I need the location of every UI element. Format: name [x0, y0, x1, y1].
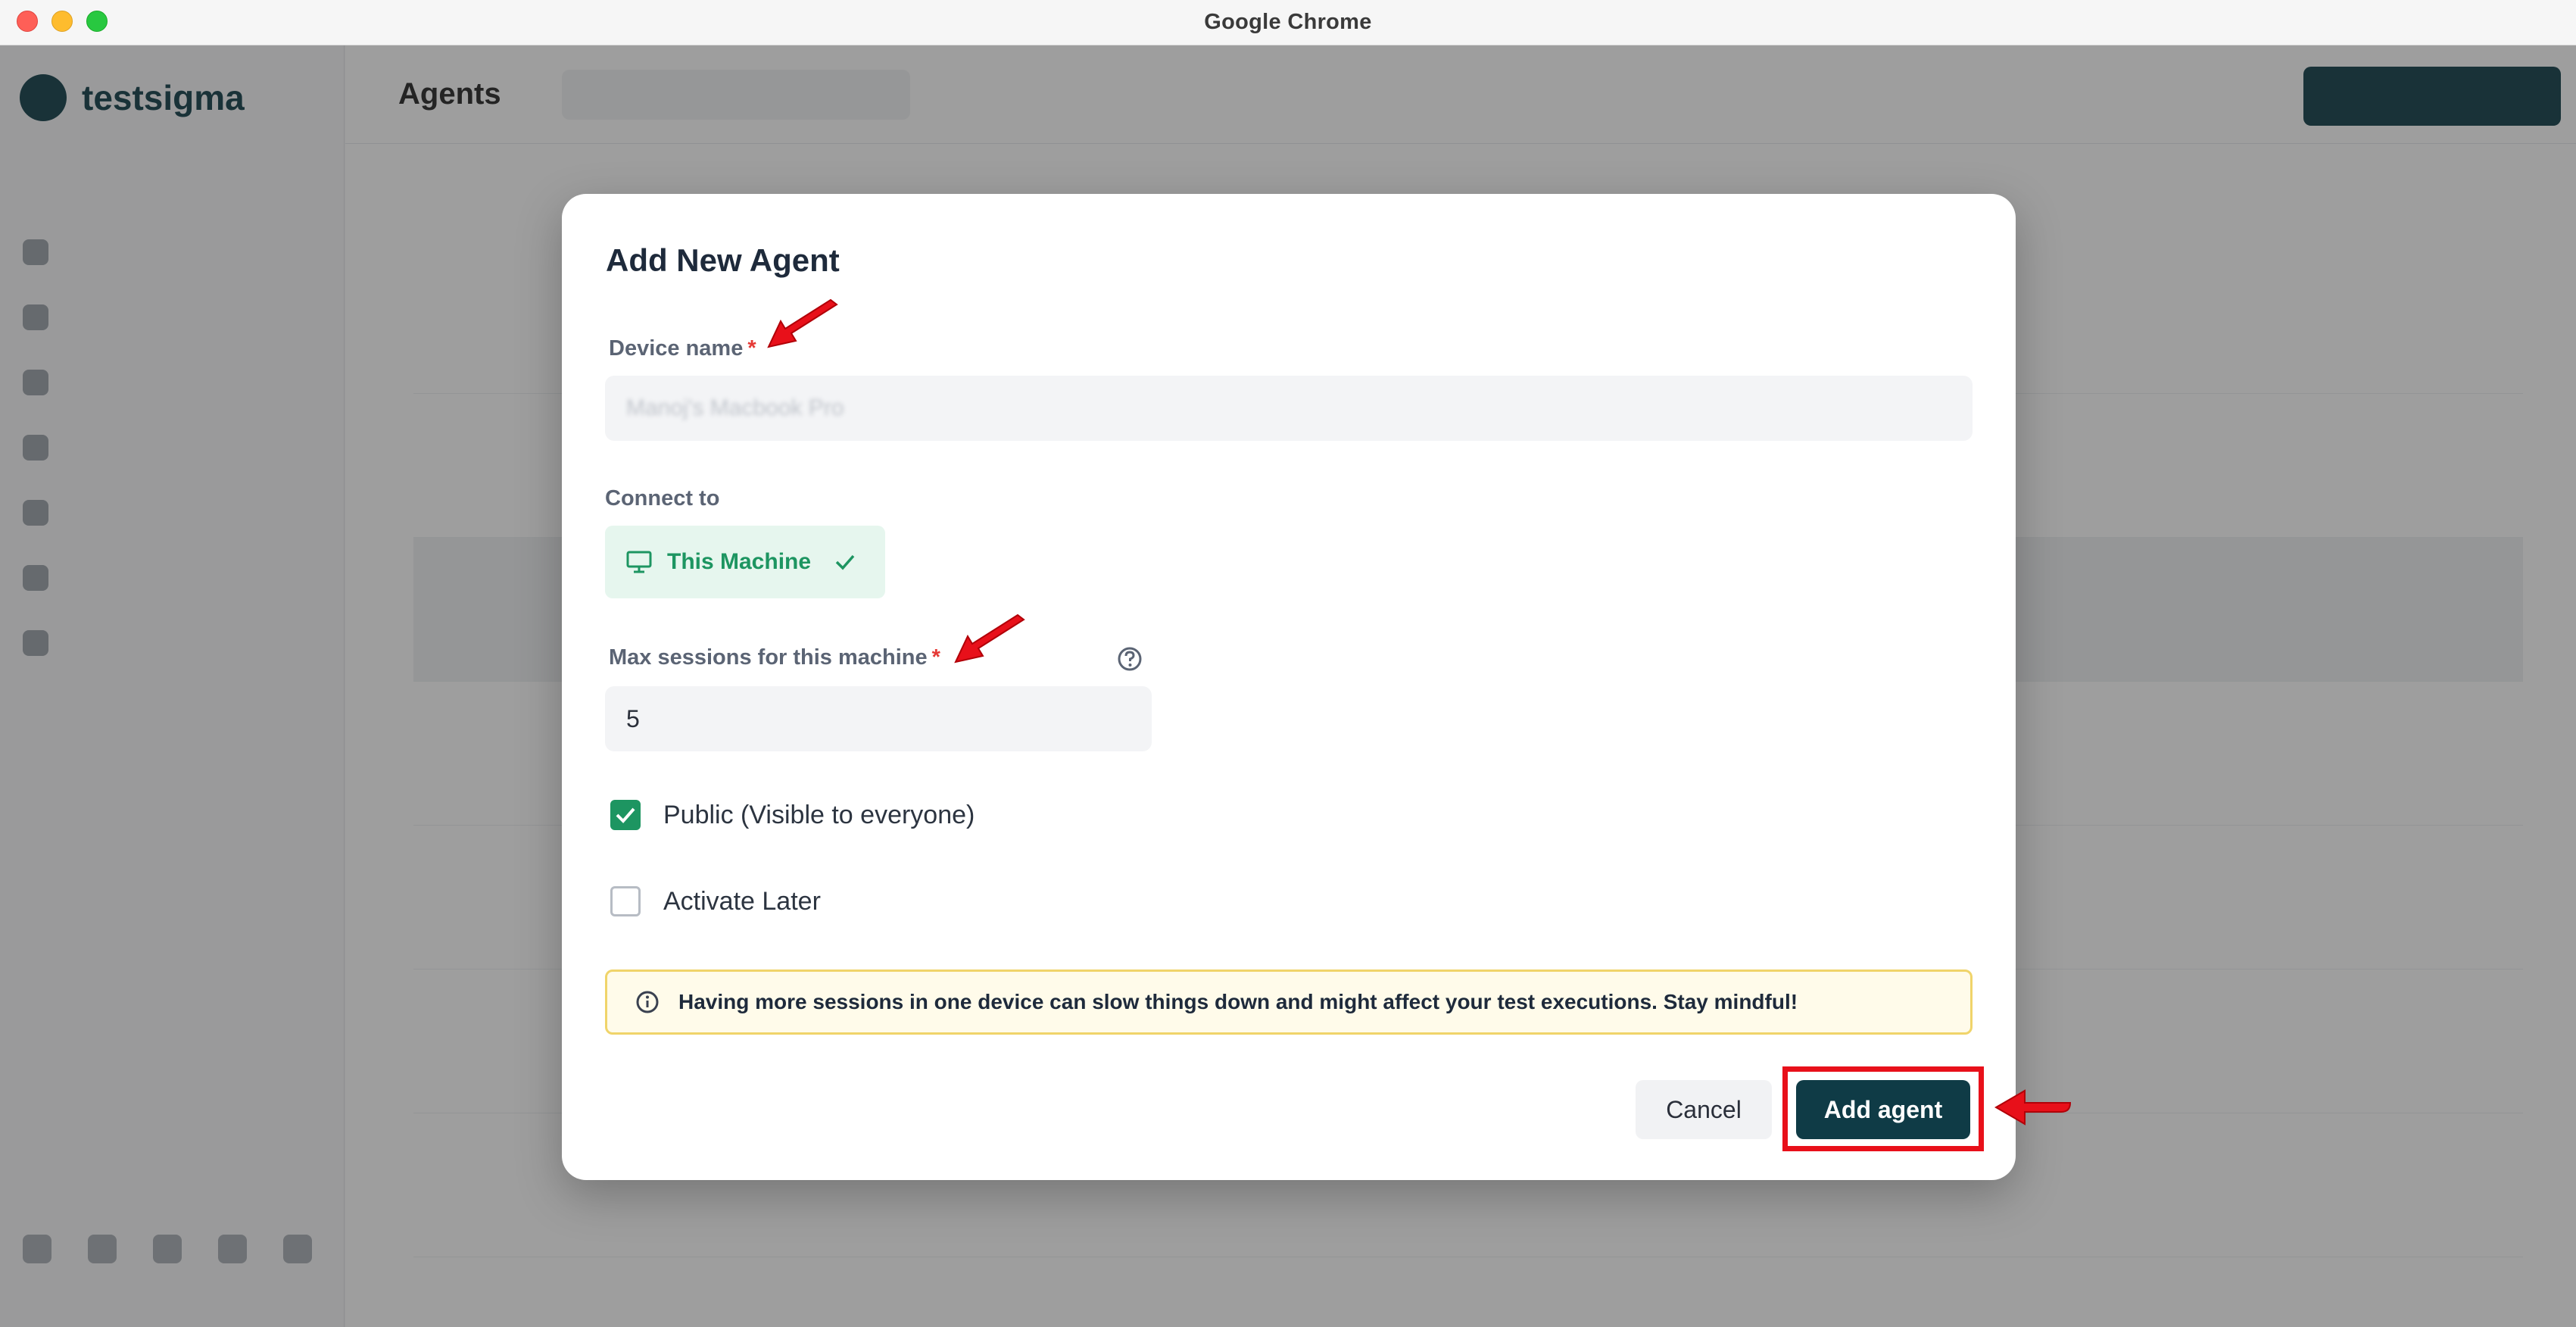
this-machine-label: This Machine	[667, 549, 812, 574]
maximize-window-button[interactable]	[86, 11, 108, 32]
this-machine-option[interactable]: This Machine	[605, 526, 885, 598]
checkmark-icon	[616, 807, 635, 823]
max-sessions-value: 5	[626, 704, 640, 732]
public-checkbox-row[interactable]: Public (Visible to everyone)	[610, 800, 975, 830]
activate-later-label: Activate Later	[663, 886, 821, 916]
max-sessions-label: Max sessions for this machine *	[609, 645, 940, 670]
required-mark: *	[747, 336, 756, 361]
annotation-arrow-icon	[1994, 1089, 2072, 1126]
activate-later-checkbox[interactable]	[610, 886, 641, 916]
max-sessions-label-text: Max sessions for this machine	[609, 645, 928, 670]
device-name-value: Manoj's Macbook Pro	[626, 395, 844, 420]
sessions-warning-notice: Having more sessions in one device can s…	[605, 969, 1973, 1035]
notice-text: Having more sessions in one device can s…	[678, 990, 1798, 1013]
device-name-label: Device name *	[609, 336, 756, 361]
activate-later-checkbox-row[interactable]: Activate Later	[610, 886, 821, 916]
window-title: Google Chrome	[1204, 10, 1372, 34]
close-window-button[interactable]	[17, 11, 38, 32]
public-checkbox-label: Public (Visible to everyone)	[663, 800, 975, 829]
device-name-label-text: Device name	[609, 336, 744, 361]
device-name-field[interactable]: Manoj's Macbook Pro	[605, 376, 1973, 441]
max-sessions-field[interactable]: 5	[605, 686, 1152, 751]
public-checkbox[interactable]	[610, 800, 641, 830]
check-icon	[835, 554, 855, 570]
monitor-icon	[626, 551, 652, 573]
cancel-button[interactable]: Cancel	[1636, 1080, 1772, 1139]
minimize-window-button[interactable]	[51, 11, 73, 32]
annotation-highlight-box	[1782, 1066, 1984, 1151]
window-titlebar: Google Chrome	[0, 0, 2576, 45]
info-circle-icon	[636, 991, 659, 1013]
annotation-arrow-icon	[767, 298, 838, 348]
connect-to-label: Connect to	[605, 486, 720, 511]
annotation-arrow-icon	[954, 614, 1025, 664]
question-circle-icon[interactable]	[1116, 645, 1143, 673]
dialog-title: Add New Agent	[606, 242, 840, 278]
required-mark: *	[931, 645, 940, 670]
window-controls	[17, 11, 108, 32]
